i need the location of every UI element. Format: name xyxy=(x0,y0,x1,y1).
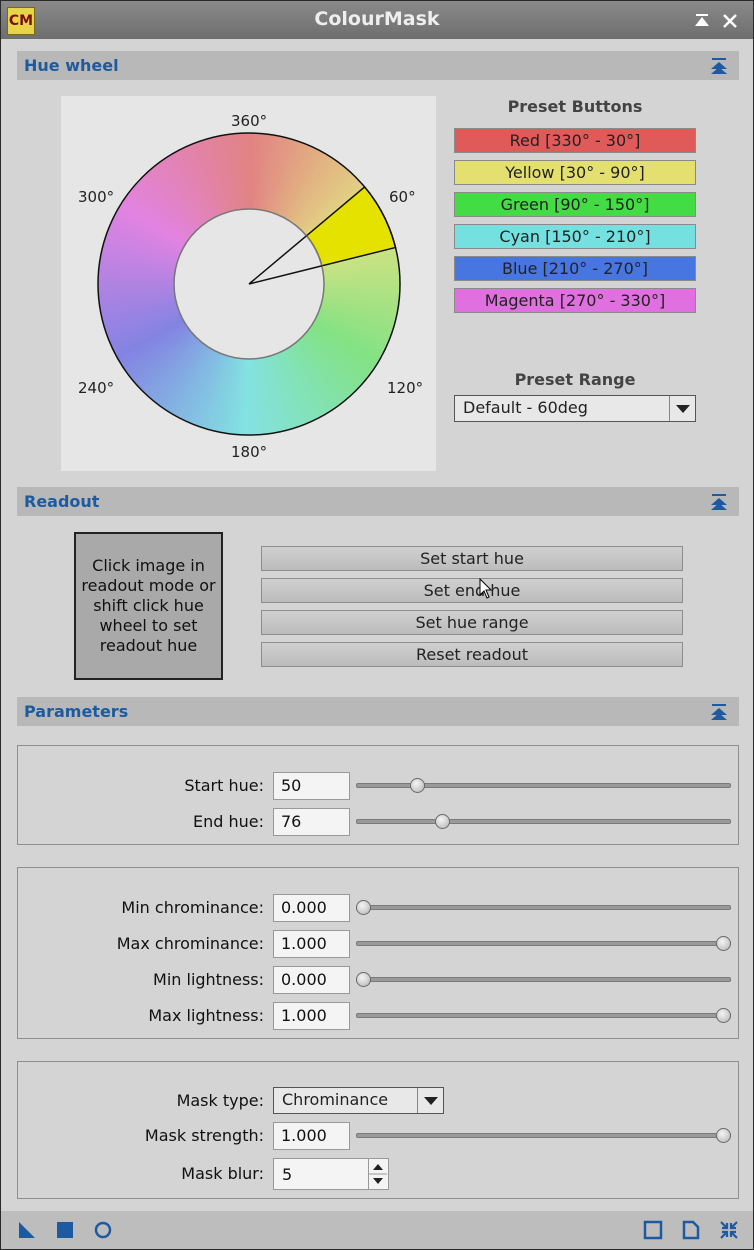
min-chrominance-input[interactable]: 0.000 xyxy=(273,894,350,922)
mask-type-value: Chrominance xyxy=(282,1090,389,1109)
tick-label-240: 240° xyxy=(78,379,115,397)
max-lightness-label: Max lightness: xyxy=(148,1006,264,1025)
tick-label-60: 60° xyxy=(389,188,416,206)
section-label: Hue wheel xyxy=(24,56,119,75)
hue-wheel[interactable] xyxy=(61,96,436,471)
section-readout[interactable]: Readout xyxy=(17,487,739,516)
slider-thumb[interactable] xyxy=(356,900,371,915)
mask-blur-value: 5 xyxy=(282,1165,293,1184)
preset-button-cyan[interactable]: Cyan [150° - 210°] xyxy=(454,224,696,249)
reset-icon[interactable] xyxy=(719,1220,739,1240)
start-hue-label: Start hue: xyxy=(184,776,264,795)
window-title: ColourMask xyxy=(314,8,440,30)
slider-thumb[interactable] xyxy=(716,1128,731,1143)
min-chrominance-slider[interactable] xyxy=(356,898,731,918)
min-lightness-label: Min lightness: xyxy=(153,970,264,989)
mouse-cursor-icon xyxy=(479,578,493,599)
preset-range-title: Preset Range xyxy=(514,370,636,389)
mask-blur-spinbox[interactable]: 5 xyxy=(273,1158,389,1190)
document-icon[interactable] xyxy=(681,1220,701,1240)
set-end-hue-button[interactable]: Set end hue xyxy=(261,578,683,603)
spin-down-icon[interactable] xyxy=(373,1178,383,1184)
max-chrominance-slider[interactable] xyxy=(356,934,731,954)
preset-buttons-title: Preset Buttons xyxy=(507,97,643,116)
section-parameters[interactable]: Parameters xyxy=(17,697,739,726)
readout-swatch: Click image in readout mode or shift cli… xyxy=(74,532,223,680)
bottom-toolbar xyxy=(1,1211,753,1249)
title-bar[interactable]: CM ColourMask xyxy=(1,1,753,39)
slider-thumb[interactable] xyxy=(356,972,371,987)
end-hue-slider[interactable] xyxy=(356,812,731,832)
preview-icon[interactable] xyxy=(643,1220,663,1240)
mask-blur-label: Mask blur: xyxy=(181,1164,264,1183)
colourmask-window: CM ColourMask Hue wheel 360° 60° 120° 18… xyxy=(0,0,754,1250)
reset-readout-button[interactable]: Reset readout xyxy=(261,642,683,667)
preset-button-blue[interactable]: Blue [210° - 270°] xyxy=(454,256,696,281)
collapse-icon[interactable] xyxy=(709,492,729,512)
spin-buttons[interactable] xyxy=(368,1159,388,1189)
max-chrominance-label: Max chrominance: xyxy=(116,934,264,953)
end-hue-input[interactable]: 76 xyxy=(273,808,350,836)
chevron-down-icon[interactable] xyxy=(417,1088,443,1113)
max-chrominance-input[interactable]: 1.000 xyxy=(273,930,350,958)
section-hue-wheel[interactable]: Hue wheel xyxy=(17,51,739,80)
slider-thumb[interactable] xyxy=(716,1008,731,1023)
section-label: Parameters xyxy=(24,702,129,721)
collapse-icon[interactable] xyxy=(709,56,729,76)
mask-strength-label: Mask strength: xyxy=(144,1126,264,1145)
mask-strength-slider[interactable] xyxy=(356,1126,731,1146)
shade-icon[interactable] xyxy=(691,10,713,32)
start-hue-input[interactable]: 50 xyxy=(273,772,350,800)
preset-button-green[interactable]: Green [90° - 150°] xyxy=(454,192,696,217)
preset-button-magenta[interactable]: Magenta [270° - 330°] xyxy=(454,288,696,313)
start-hue-slider[interactable] xyxy=(356,776,731,796)
section-label: Readout xyxy=(24,492,100,511)
slider-thumb[interactable] xyxy=(716,936,731,951)
spin-up-icon[interactable] xyxy=(373,1164,383,1170)
mask-type-select[interactable]: Chrominance xyxy=(273,1087,444,1114)
preset-range-value: Default - 60deg xyxy=(463,398,588,417)
new-instance-icon[interactable] xyxy=(17,1220,37,1240)
tick-label-120: 120° xyxy=(387,379,424,397)
apply-global-icon[interactable] xyxy=(93,1220,113,1240)
close-icon[interactable] xyxy=(719,10,741,32)
preset-button-red[interactable]: Red [330° - 30°] xyxy=(454,128,696,153)
preset-range-select[interactable]: Default - 60deg xyxy=(454,395,696,422)
end-hue-label: End hue: xyxy=(192,812,264,831)
min-lightness-input[interactable]: 0.000 xyxy=(273,966,350,994)
slider-thumb[interactable] xyxy=(435,814,451,829)
apply-icon[interactable] xyxy=(55,1220,75,1240)
mask-type-label: Mask type: xyxy=(176,1091,264,1110)
set-start-hue-button[interactable]: Set start hue xyxy=(261,546,683,571)
hue-wheel-panel[interactable]: 360° 60° 120° 180° 240° 300° xyxy=(61,96,436,471)
min-chrominance-label: Min chrominance: xyxy=(121,898,264,917)
max-lightness-input[interactable]: 1.000 xyxy=(273,1002,350,1030)
chevron-down-icon[interactable] xyxy=(669,396,695,421)
tick-label-180: 180° xyxy=(231,443,268,461)
collapse-icon[interactable] xyxy=(709,702,729,722)
max-lightness-slider[interactable] xyxy=(356,1006,731,1026)
tick-label-300: 300° xyxy=(78,188,115,206)
min-lightness-slider[interactable] xyxy=(356,970,731,990)
mask-strength-input[interactable]: 1.000 xyxy=(273,1122,350,1150)
preset-button-yellow[interactable]: Yellow [30° - 90°] xyxy=(454,160,696,185)
slider-thumb[interactable] xyxy=(410,778,425,793)
set-hue-range-button[interactable]: Set hue range xyxy=(261,610,683,635)
tick-label-360: 360° xyxy=(231,112,268,130)
